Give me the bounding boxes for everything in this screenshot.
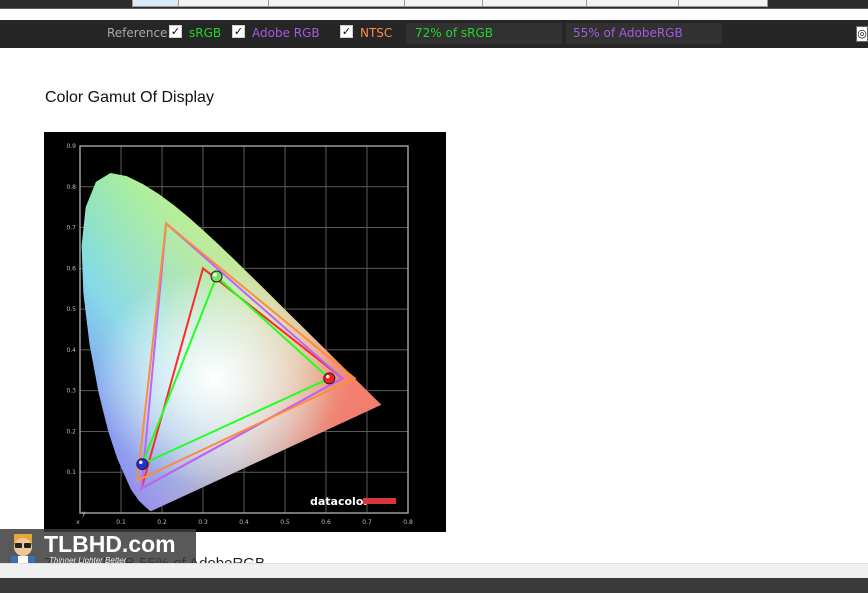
watermark-title: TLBHD.com [44, 531, 176, 557]
ntsc-checkbox[interactable]: ✓ [340, 25, 353, 38]
y-tick-label: 0.6 [66, 265, 76, 272]
reference-label: Reference: [107, 26, 172, 40]
x-tick-label: 0.7 [362, 519, 372, 526]
mascot-icon [11, 534, 35, 567]
srgb-coverage-box: 72% of sRGB [406, 23, 562, 44]
x-tick-label: 0.8 [403, 519, 413, 526]
ntsc-label: NTSC [360, 26, 393, 40]
primary-highlight-r [325, 374, 330, 379]
tab-2[interactable] [178, 0, 270, 7]
tab-4[interactable] [404, 0, 484, 7]
x-tick-label: 0.5 [280, 519, 290, 526]
adobe-rgb-checkbox[interactable]: ✓ [232, 25, 245, 38]
primary-highlight-g [213, 272, 217, 277]
tab-6[interactable] [586, 0, 680, 7]
reference-toolbar: Reference: ✓ sRGB ✓ Adobe RGB ✓ NTSC 72%… [0, 20, 868, 48]
y-tick-label: 0.3 [66, 388, 76, 395]
tab-strip [0, 0, 868, 9]
x-tick-label: 0.4 [239, 519, 249, 526]
primary-marker-b [136, 458, 149, 471]
x-tick-label: 0.2 [157, 519, 167, 526]
y-tick-label: 0.7 [66, 225, 76, 232]
x-tick-label: 0.6 [321, 519, 331, 526]
x-tick-label: 0.3 [198, 519, 208, 526]
spectral-locus [81, 173, 382, 511]
brand-bar [363, 498, 396, 504]
adobergb-coverage-box: 55% of AdobeRGB [566, 23, 722, 44]
tab-5[interactable] [482, 0, 588, 7]
tab-3[interactable] [268, 0, 406, 7]
y-tick-label: 0.9 [66, 143, 76, 150]
datacolor-logo: datacolor [310, 495, 396, 508]
x-axis-label: x [76, 519, 80, 526]
adobergb-coverage: 55% of AdobeRGB [573, 26, 683, 40]
corner-icon[interactable]: ◎ [856, 26, 868, 42]
primary-marker-r [323, 372, 336, 385]
tab-7[interactable] [678, 0, 768, 7]
brand-label: datacolor [310, 495, 369, 508]
x-tick-label: 0.1 [116, 519, 126, 526]
watermark-banner: TLBHD.com Thinner Lighter Better [0, 529, 196, 567]
y-tick-label: 0.2 [66, 428, 76, 435]
cie-gamut-chart: 0.1 0.2 0.3 0.4 0.5 0.6 0.7 0.8 0.1 0.2 0.3 0.4 0.5 0… [44, 132, 446, 532]
srgb-checkbox[interactable]: ✓ [169, 25, 182, 38]
horizontal-scrollbar[interactable] [0, 563, 868, 578]
primary-marker-g [210, 270, 223, 283]
y-tick-label: 0.5 [66, 306, 76, 313]
y-tick-label: 0.4 [66, 347, 76, 354]
srgb-coverage: 72% of sRGB [415, 26, 493, 40]
page-content: Color Gamut Of Display 0.1 0.2 0.3 0.4 0… [0, 48, 868, 565]
y-tick-label: 0.1 [66, 469, 76, 476]
gamut-svg: 0.1 0.2 0.3 0.4 0.5 0.6 0.7 0.8 0.1 0.2 0.3 0.4 0.5 0… [66, 143, 413, 526]
primary-highlight-b [139, 460, 143, 465]
page-heading: Color Gamut Of Display [45, 89, 214, 106]
srgb-label: sRGB [189, 26, 222, 40]
status-bar [0, 578, 868, 593]
y-tick-label: 0.8 [66, 184, 76, 191]
adobe-rgb-label: Adobe RGB [252, 26, 320, 40]
tab-1[interactable] [132, 0, 180, 7]
y-axis-label: y [82, 510, 86, 517]
white-point-glow [95, 268, 336, 489]
